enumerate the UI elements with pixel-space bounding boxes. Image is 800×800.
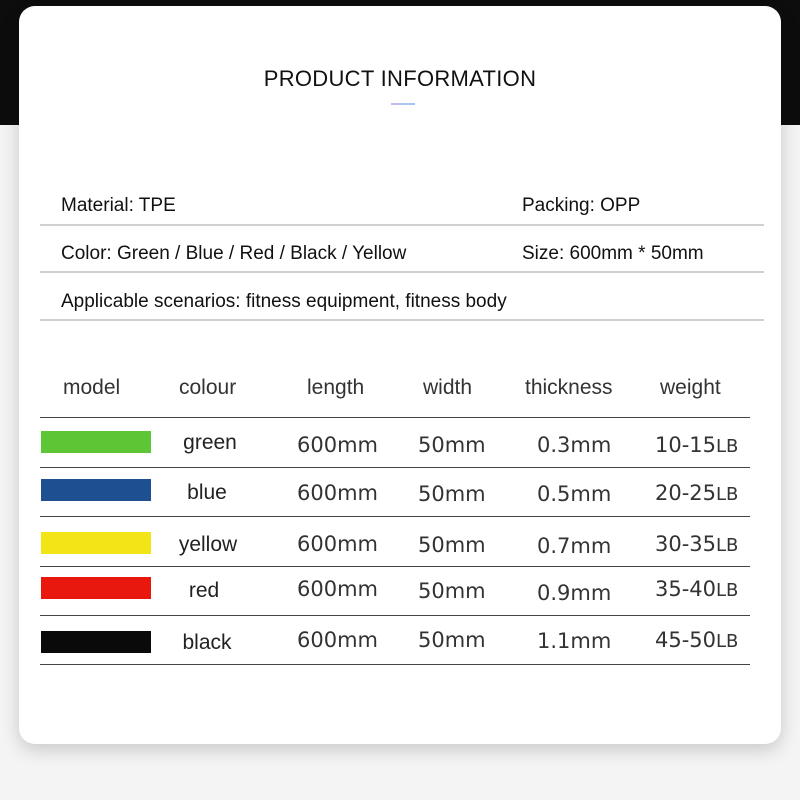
- weight-unit: LB: [716, 580, 739, 601]
- material-text: Material: TPE: [61, 195, 176, 216]
- color-swatch: [41, 631, 151, 653]
- width-cell: 50mm: [418, 533, 486, 557]
- weight-cell: 30-35LB: [655, 532, 738, 556]
- col-header-length: length: [307, 376, 365, 399]
- thickness-cell: 0.5mm: [537, 482, 612, 506]
- weight-cell: 35-40LB: [655, 577, 738, 601]
- col-header-thickness: thickness: [525, 376, 613, 399]
- table-row: blue 600mm 50mm 0.5mm 20-25LB: [0, 472, 800, 512]
- col-header-colour: colour: [179, 376, 237, 399]
- weight-unit: LB: [716, 436, 739, 457]
- thickness-cell: 0.9mm: [537, 581, 612, 605]
- colour-cell: black: [182, 631, 232, 654]
- color-text: Color: Green / Blue / Red / Black / Yell…: [61, 243, 407, 264]
- color-swatch: [41, 479, 151, 501]
- table-divider: [40, 467, 750, 468]
- table-row: red 600mm 50mm 0.9mm 35-40LB: [0, 571, 800, 611]
- weight-value: 20-25: [655, 481, 717, 505]
- color-swatch: [41, 577, 151, 599]
- length-cell: 600mm: [297, 577, 378, 601]
- size-text: Size: 600mm * 50mm: [522, 243, 704, 264]
- colour-cell: green: [183, 431, 237, 454]
- width-cell: 50mm: [418, 628, 486, 652]
- thickness-cell: 0.3mm: [537, 433, 612, 457]
- weight-cell: 20-25LB: [655, 481, 738, 505]
- table-divider: [40, 417, 750, 418]
- scenarios-text: Applicable scenarios: fitness equipment,…: [61, 291, 507, 312]
- packing-text: Packing: OPP: [522, 195, 641, 216]
- weight-value: 45-50: [655, 628, 717, 652]
- weight-unit: LB: [716, 631, 739, 652]
- table-divider: [40, 566, 750, 567]
- col-header-width: width: [423, 376, 473, 399]
- weight-cell: 45-50LB: [655, 628, 738, 652]
- weight-value: 35-40: [655, 577, 717, 601]
- title-underline: [391, 103, 415, 105]
- length-cell: 600mm: [297, 481, 378, 505]
- col-header-weight: weight: [660, 376, 721, 399]
- width-cell: 50mm: [418, 482, 486, 506]
- width-cell: 50mm: [418, 433, 486, 457]
- weight-value: 30-35: [655, 532, 717, 556]
- weight-unit: LB: [716, 535, 739, 556]
- info-divider: [40, 224, 764, 226]
- page-title: PRODUCT INFORMATION: [263, 66, 537, 91]
- width-cell: 50mm: [418, 579, 486, 603]
- colour-cell: yellow: [178, 533, 238, 556]
- thickness-cell: 1.1mm: [537, 629, 612, 653]
- table-divider: [40, 516, 750, 517]
- length-cell: 600mm: [297, 532, 378, 556]
- length-cell: 600mm: [297, 433, 378, 457]
- info-divider: [40, 271, 764, 273]
- info-divider: [40, 319, 764, 321]
- table-divider: [40, 615, 750, 616]
- col-header-model: model: [63, 376, 121, 399]
- table-divider: [40, 664, 750, 665]
- color-swatch: [41, 431, 151, 453]
- table-row: black 600mm 50mm 1.1mm 45-50LB: [0, 621, 800, 661]
- weight-cell: 10-15LB: [655, 433, 738, 457]
- table-row: green 600mm 50mm 0.3mm 10-15LB: [0, 423, 800, 463]
- colour-cell: blue: [187, 481, 227, 504]
- weight-value: 10-15: [655, 433, 717, 457]
- table-row: yellow 600mm 50mm 0.7mm 30-35LB: [0, 523, 800, 563]
- colour-cell: red: [188, 579, 220, 602]
- thickness-cell: 0.7mm: [537, 534, 612, 558]
- length-cell: 600mm: [297, 628, 378, 652]
- weight-unit: LB: [716, 484, 739, 505]
- color-swatch: [41, 532, 151, 554]
